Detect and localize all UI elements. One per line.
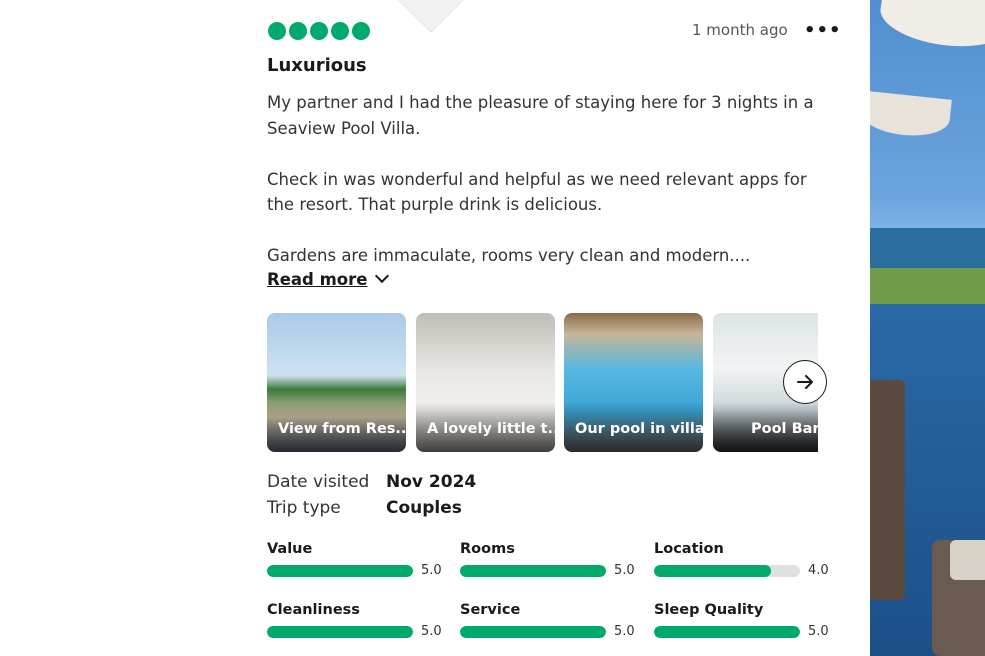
rating-bar — [267, 626, 413, 638]
rating-cleanliness: Cleanliness 5.0 — [267, 602, 442, 639]
date-visited-value: Nov 2024 — [386, 472, 477, 492]
photo-caption: Our pool in villa — [564, 402, 703, 452]
rating-score: 5.0 — [614, 624, 635, 639]
chevron-down-icon — [375, 268, 390, 284]
review-paragraph: Check in was wonderful and helpful as we… — [267, 169, 807, 215]
rating-score: 5.0 — [421, 563, 442, 578]
rating-bar — [267, 565, 413, 577]
rating-location: Location 4.0 — [654, 541, 829, 578]
rating-label: Rooms — [460, 541, 515, 557]
rating-bar-fill — [460, 626, 606, 638]
rating-sleep-quality: Sleep Quality 5.0 — [654, 602, 829, 639]
rating-service: Service 5.0 — [460, 602, 635, 639]
rating-rooms: Rooms 5.0 — [460, 541, 635, 578]
rating-bubble-icon — [310, 22, 328, 40]
review-paragraph: Gardens are immaculate, rooms very clean… — [267, 246, 751, 265]
decorative-shape — [394, 0, 468, 33]
rating-score: 5.0 — [808, 624, 829, 639]
more-horizontal-icon[interactable]: ••• — [804, 20, 842, 41]
rating-bar — [654, 565, 800, 577]
review-photo[interactable]: A lovely little t... — [416, 313, 555, 452]
rating-bar — [654, 626, 800, 638]
review-body: My partner and I had the pleasure of sta… — [267, 90, 837, 294]
rating-value: Value 5.0 — [267, 541, 442, 578]
photo-caption: View from Res... — [267, 402, 406, 452]
rating-score: 4.0 — [808, 563, 829, 578]
review-photo[interactable]: Our pool in villa — [564, 313, 703, 452]
review-time: 1 month ago — [692, 21, 788, 39]
rating-bar-fill — [267, 565, 413, 577]
date-visited-row: Date visited Nov 2024 — [267, 472, 476, 492]
rating-label: Location — [654, 541, 724, 557]
read-more-label: Read more — [267, 270, 368, 289]
photo-caption: Pool Bar — [713, 402, 818, 452]
trip-type-label: Trip type — [267, 498, 341, 518]
rating-bubble-icon — [289, 22, 307, 40]
photo-carousel: View from Res... A lovely little t... Ou… — [267, 313, 818, 452]
trip-type-value: Couples — [386, 498, 462, 518]
rating-bar — [460, 626, 606, 638]
review-photo[interactable]: View from Res... — [267, 313, 406, 452]
rating-label: Value — [267, 541, 313, 557]
review-title: Luxurious — [267, 55, 367, 76]
rating-bar — [460, 565, 606, 577]
trip-type-row: Trip type Couples — [267, 498, 462, 518]
rating-label: Cleanliness — [267, 602, 360, 618]
read-more-link[interactable]: Read more — [267, 268, 390, 289]
date-visited-label: Date visited — [267, 472, 370, 492]
rating-label: Service — [460, 602, 521, 618]
rating-bubble-icon — [352, 22, 370, 40]
rating-bubble-icon — [268, 22, 286, 40]
rating-bar-fill — [267, 626, 413, 638]
review-paragraph: My partner and I had the pleasure of sta… — [267, 93, 814, 138]
arrow-right-icon — [797, 375, 813, 389]
rating-label: Sleep Quality — [654, 602, 764, 618]
bubble-rating — [268, 22, 370, 40]
rating-score: 5.0 — [421, 624, 442, 639]
rating-bar-fill — [460, 565, 606, 577]
rating-bar-fill — [654, 565, 771, 577]
rating-bar-fill — [654, 626, 800, 638]
photo-caption: A lovely little t... — [416, 402, 555, 452]
rating-bubble-icon — [331, 22, 349, 40]
rating-score: 5.0 — [614, 563, 635, 578]
next-photo-button[interactable] — [783, 360, 827, 404]
background-photo — [870, 0, 985, 656]
